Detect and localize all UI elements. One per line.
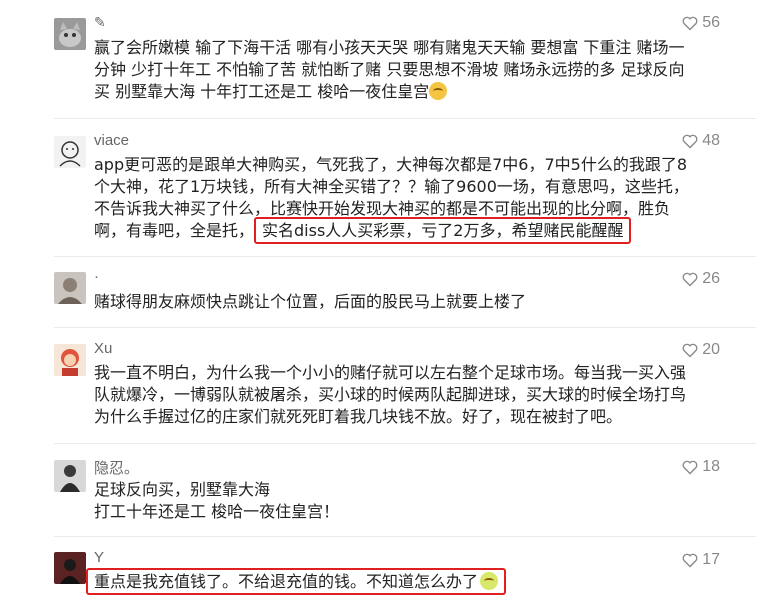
thinking-emoji-icon [429,82,448,100]
highlighted-text: 重点是我充值钱了。不给退充值的钱。不知道怎么办了 [86,568,507,595]
like-button[interactable]: 20 [682,341,720,359]
pencil-icon: ✎ [94,14,106,30]
heart-icon [682,134,698,148]
portrait-avatar[interactable] [54,272,86,304]
divider [54,327,756,328]
comment-line-text: 买 别墅靠大海 十年打工还是工 梭哈一夜住皇宫 [94,82,430,101]
like-count: 56 [702,14,720,31]
like-button[interactable]: 56 [682,14,720,32]
comment-text: 重点是我充值钱了。不给退充值的钱。不知道怎么办了 [86,568,706,595]
comment-line: 打工十年还是工 梭哈一夜住皇宫！ [94,502,340,521]
heart-icon [682,553,698,567]
divider [54,443,756,444]
like-count: 18 [702,458,720,475]
comment-line: 我一直不明白，为什么我一个小小的赌仔就可以左右整个足球市场。每当我一买入强 [94,363,687,382]
like-count: 17 [702,551,720,568]
username[interactable]: viace [94,132,129,149]
comment-line: 足球反向买，别墅靠大海 [94,480,271,499]
username[interactable]: · [94,268,99,285]
username[interactable]: Y [94,549,104,566]
like-button[interactable]: 26 [682,270,720,288]
comment-text: 赢了会所嫩模 输了下海干活 哪有小孩天天哭 哪有赌鬼天天输 要想富 下重注 赌场… [94,37,714,103]
comment-text: 我一直不明白，为什么我一个小小的赌仔就可以左右整个足球市场。每当我一买入强 队就… [94,362,714,428]
username[interactable]: Xu [94,340,112,357]
crying-emoji-icon [480,572,499,590]
comment-line: app更可恶的是跟单大神购买，气死我了，大神每次都是7中6，7中5什么的我跟了8 [94,155,688,174]
heart-icon [682,460,698,474]
like-button[interactable]: 48 [682,132,720,150]
heart-icon [682,272,698,286]
heart-icon [682,343,698,357]
comment-text: 足球反向买，别墅靠大海 打工十年还是工 梭哈一夜住皇宫！ [94,479,714,523]
cartoon-avatar[interactable] [54,344,86,376]
comment-text: 赌球得朋友麻烦快点跳让个位置，后面的股民马上就要上楼了 [94,291,714,313]
person-avatar[interactable] [54,460,86,492]
like-count: 20 [702,341,720,358]
cat-avatar[interactable] [54,18,86,50]
highlighted-text-content: 重点是我充值钱了。不给退充值的钱。不知道怎么办了 [94,572,479,591]
username[interactable]: 隐忍。 [94,457,139,478]
divider [54,256,756,257]
comment-line: 重点是我充值钱了。不给退充值的钱。不知道怎么办了 [86,568,706,595]
like-count: 48 [702,132,720,149]
comment-line: 赌球得朋友麻烦快点跳让个位置，后面的股民马上就要上楼了 [94,292,527,311]
divider [54,536,756,537]
comment-line: 赢了会所嫩模 输了下海干活 哪有小孩天天哭 哪有赌鬼天天输 要想富 下重注 赌场… [94,38,685,57]
comment-line: 买 别墅靠大海 十年打工还是工 梭哈一夜住皇宫 [94,81,714,103]
like-count: 26 [702,270,720,287]
sketch-avatar[interactable] [54,136,86,168]
divider [54,118,756,119]
comment-line: 队就爆冷，一博弱队就被屠杀，买小球的时候两队起脚进球，买大球的时候全场打鸟 [94,385,687,404]
comment-text: app更可恶的是跟单大神购买，气死我了，大神每次都是7中6，7中5什么的我跟了8… [94,154,714,244]
like-button[interactable]: 17 [682,551,720,569]
dark-avatar[interactable] [54,552,86,584]
like-button[interactable]: 18 [682,458,720,476]
comment-line: 分钟 少打十年工 不怕输了苦 就怕断了赌 只要思想不滑坡 赌场永远捞的多 足球反… [94,60,685,79]
comment-line: 为什么手握过亿的庄家们就死死盯着我几块钱不放。好了，现在被封了吧。 [94,407,623,426]
heart-icon [682,16,698,30]
highlighted-text: 实名diss人人买彩票，亏了2万多，希望赌民能醒醒 [254,217,632,244]
comment-line: 个大神，花了1万块钱，所有大神全买错了？？输了9600一场，有意思吗，这些托， [94,177,689,196]
comment-line-text: 啊，有毒吧，全是托， [94,221,255,240]
comment-line: 啊，有毒吧，全是托， 实名diss人人买彩票，亏了2万多，希望赌民能醒醒 [94,217,714,244]
